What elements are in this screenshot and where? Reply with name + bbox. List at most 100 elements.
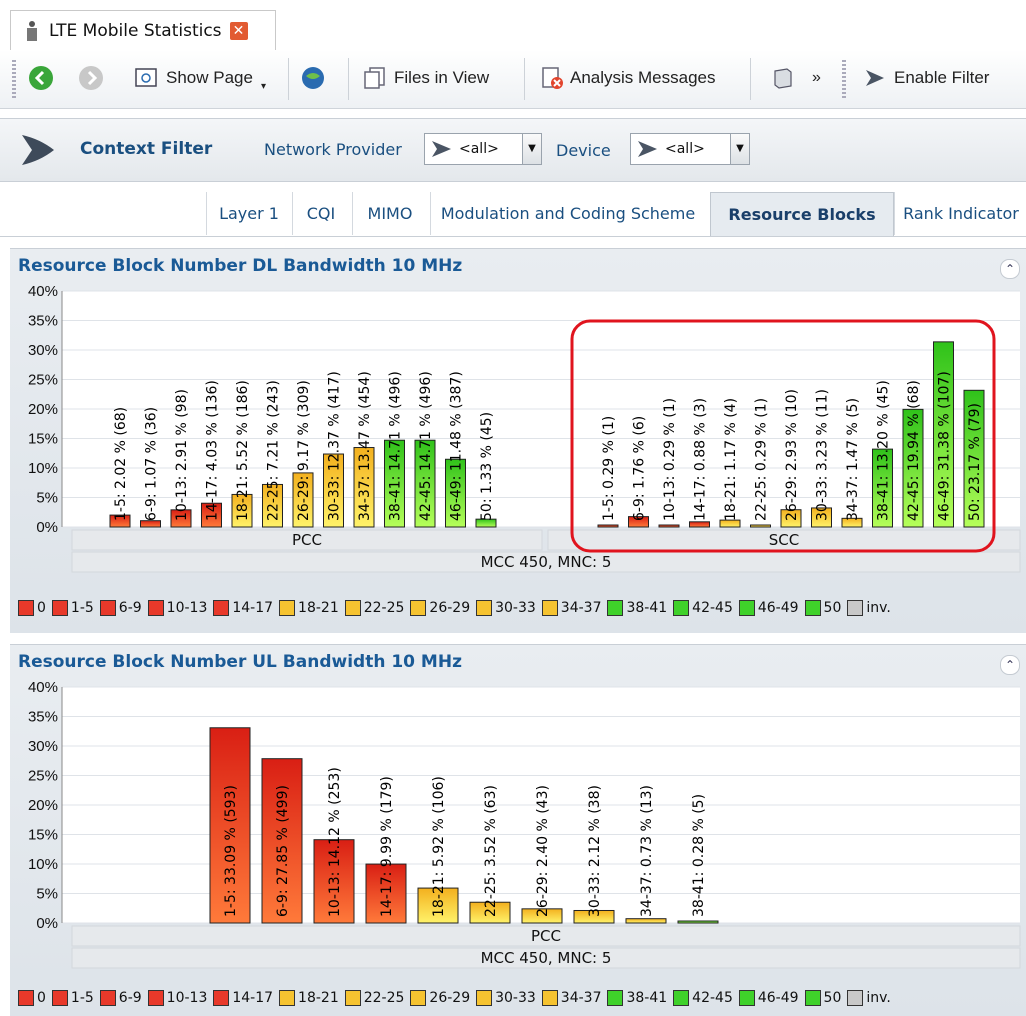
bar-data-label: 1-5: 33.09 % (593)	[223, 785, 239, 917]
files-in-view-label: Files in View	[394, 68, 490, 87]
legend-item[interactable]: 38-41	[607, 600, 667, 616]
enable-filter-button[interactable]: Enable Filter	[862, 61, 989, 95]
legend-item[interactable]: 18-21	[279, 990, 339, 1006]
legend-item[interactable]: 30-33	[476, 990, 536, 1006]
legend-item[interactable]: 26-29	[410, 600, 470, 616]
legend-item[interactable]: 6-9	[99, 990, 142, 1006]
report-button[interactable]	[770, 61, 796, 95]
legend-item[interactable]: inv.	[847, 600, 891, 616]
legend-item[interactable]: 14-17	[213, 600, 273, 616]
network-provider-select[interactable]: <all> ▼	[424, 133, 542, 165]
legend-item[interactable]: 10-13	[147, 990, 207, 1006]
group-label: MCC 450, MNC: 5	[481, 553, 612, 571]
legend-label: 22-25	[363, 990, 405, 1006]
bar[interactable]	[658, 524, 680, 528]
bar[interactable]	[597, 524, 619, 528]
legend-item[interactable]: 14-17	[213, 990, 273, 1006]
close-icon[interactable]: ✕	[229, 22, 248, 40]
chevron-down-icon[interactable]: ▼	[522, 134, 541, 164]
show-page-button[interactable]: Show Page ▾	[134, 61, 266, 95]
files-in-view-button[interactable]: Files in View	[362, 61, 489, 95]
toolbar-grip[interactable]	[12, 60, 16, 98]
tab-resource-blocks[interactable]: Resource Blocks	[710, 192, 894, 236]
legend-item[interactable]: 42-45	[673, 990, 733, 1006]
tab-cqi[interactable]: CQI	[292, 192, 349, 235]
legend-label: 0	[37, 600, 46, 616]
y-tick-label: 40%	[28, 681, 58, 696]
y-tick-label: 35%	[28, 709, 58, 726]
tab-modulation-and-coding-scheme[interactable]: Modulation and Coding Scheme	[430, 192, 705, 235]
legend-item[interactable]: 1-5	[51, 990, 94, 1006]
legend-item[interactable]: 46-49	[738, 990, 799, 1006]
back-button[interactable]	[28, 61, 54, 95]
legend-label: 46-49	[757, 600, 799, 616]
bar-data-label: 50: 23.17 % (79)	[967, 403, 983, 521]
legend-item[interactable]: 22-25	[344, 990, 405, 1006]
bar-data-label: 10-13: 0.29 % (1)	[662, 398, 678, 521]
legend-item[interactable]: 26-29	[410, 990, 470, 1006]
legend-label: 26-29	[429, 990, 471, 1006]
legend-item[interactable]: 0	[18, 600, 46, 616]
y-tick-label: 25%	[28, 372, 58, 389]
legend-item[interactable]: 10-13	[147, 600, 207, 616]
tab-layer-1[interactable]: Layer 1	[206, 192, 291, 235]
legend-item[interactable]: 0	[18, 990, 46, 1006]
globe-button[interactable]	[300, 61, 326, 95]
bar[interactable]	[689, 521, 710, 528]
legend-item[interactable]: inv.	[847, 990, 891, 1006]
legend-swatch	[476, 600, 493, 616]
y-tick-label: 35%	[28, 313, 58, 330]
dl-chart: 40% 35% 30% 25% 20% 15% 10% 5% 0% 1-5: 2.02 % (68…	[28, 285, 1021, 573]
bar[interactable]	[750, 524, 771, 528]
context-filter-bar: Context Filter Network Provider <all> ▼ …	[0, 118, 1026, 182]
bar[interactable]	[677, 920, 719, 924]
legend-item[interactable]: 18-21	[279, 600, 339, 616]
legend-swatch	[541, 600, 558, 616]
tab-mimo[interactable]: MIMO	[352, 192, 427, 235]
legend-swatch	[673, 990, 690, 1006]
chevron-down-icon[interactable]: ▼	[730, 134, 749, 164]
tab-rank-indicator[interactable]: Rank Indicator	[894, 192, 1026, 235]
device-select[interactable]: <all> ▼	[630, 133, 750, 165]
legend-item[interactable]: 38-41	[607, 990, 667, 1006]
show-page-dropdown-icon[interactable]: ▾	[261, 81, 266, 92]
legend-item[interactable]: 42-45	[673, 600, 733, 616]
legend-swatch	[99, 990, 116, 1006]
legend-item[interactable]: 50	[804, 990, 841, 1006]
forward-button[interactable]	[78, 61, 104, 95]
legend-item[interactable]: 6-9	[99, 600, 142, 616]
legend-label: 6-9	[118, 600, 142, 616]
legend-swatch	[476, 990, 493, 1006]
window-tab[interactable]: LTE Mobile Statistics ✕	[10, 10, 276, 51]
legend-label: 30-33	[495, 990, 536, 1006]
y-tick-label: 10%	[28, 460, 58, 477]
legend-label: 6-9	[118, 990, 142, 1006]
toolbar-overflow-button[interactable]: »	[812, 61, 821, 95]
legend-swatch	[607, 600, 624, 616]
y-tick-label: 20%	[28, 401, 58, 418]
collapse-icon[interactable]: ⌃	[1000, 259, 1020, 279]
legend-swatch	[738, 600, 755, 616]
ul-chart-panel: Resource Block Number UL Bandwidth 10 MH…	[10, 644, 1026, 1016]
legend-item[interactable]: 34-37	[541, 600, 601, 616]
collapse-icon[interactable]: ⌃	[1000, 655, 1020, 675]
analysis-messages-button[interactable]: Analysis Messages	[540, 61, 716, 95]
show-page-label: Show Page	[166, 68, 253, 87]
legend-item[interactable]: 46-49	[738, 600, 799, 616]
legend-item[interactable]: 50	[804, 600, 841, 616]
legend-swatch	[738, 990, 755, 1006]
bar-data-label: 34-37: 1.47 % (5)	[845, 398, 861, 521]
show-page-icon	[135, 68, 157, 87]
legend-label: 22-25	[363, 600, 405, 616]
legend-item[interactable]: 34-37	[541, 990, 601, 1006]
legend-swatch	[99, 600, 116, 616]
legend-item[interactable]: 22-25	[344, 600, 405, 616]
statistics-tabs: Layer 1 CQI MIMO Modulation and Coding S…	[0, 192, 1026, 237]
legend-item[interactable]: 1-5	[51, 600, 94, 616]
legend-label: 18-21	[298, 990, 339, 1006]
toolbar-grip[interactable]	[842, 60, 846, 98]
bar[interactable]	[625, 918, 667, 924]
legend-item[interactable]: 30-33	[476, 600, 536, 616]
ul-chart-title: Resource Block Number UL Bandwidth 10 MH…	[18, 652, 462, 672]
bar-data-label: 38-41: 0.28 % (5)	[691, 794, 707, 917]
